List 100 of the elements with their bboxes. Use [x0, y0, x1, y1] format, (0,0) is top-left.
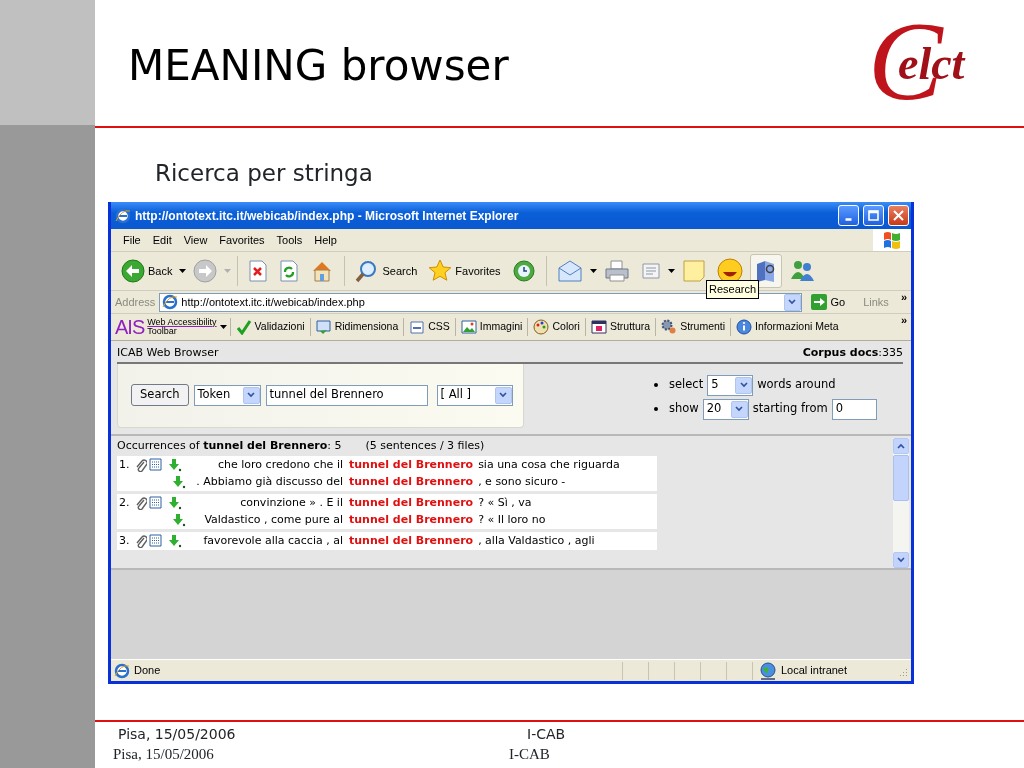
page-icon: [162, 294, 179, 310]
option-label: starting from: [752, 400, 828, 418]
refresh-icon: [279, 260, 300, 282]
down-arrow-icon: [168, 495, 182, 510]
toolbar-button[interactable]: Informazioni Meta: [734, 319, 841, 335]
document-icon: [640, 261, 661, 281]
context-text: che loro credono che il: [217, 456, 344, 473]
match-text: tunnel del Brennero: [349, 474, 475, 490]
type-select[interactable]: Token: [193, 384, 261, 406]
palette-icon: [533, 319, 550, 335]
menu-item[interactable]: Favorites: [213, 231, 271, 249]
minimize-icon: [845, 218, 852, 221]
paperclip-icon: [135, 533, 147, 548]
down-arrow-icon: [168, 533, 182, 548]
zone-label: Local intranet: [781, 663, 848, 679]
toolbar-button[interactable]: Back: [117, 254, 177, 288]
option-label: select: [669, 376, 704, 394]
caret-icon: [735, 406, 744, 412]
scroll-thumb[interactable]: [893, 454, 909, 501]
layout-icon: [590, 319, 607, 335]
go-button[interactable]: Go: [805, 293, 850, 311]
close-button[interactable]: [888, 205, 909, 226]
toolbar-button[interactable]: Strumenti: [659, 319, 728, 335]
toolbar-logo: AIS: [115, 317, 145, 337]
toolbar-button[interactable]: Ridimensiona: [313, 319, 401, 335]
toolbar-button[interactable]: Search: [351, 254, 422, 288]
gear-icon: [661, 319, 678, 335]
query-field[interactable]: tunnel del Brennero: [265, 384, 428, 406]
context-text: , alla Valdastico , agli: [478, 532, 595, 549]
menu-item[interactable]: File: [117, 231, 147, 249]
clock-icon: [511, 259, 536, 283]
option-label: words around: [757, 376, 836, 394]
match-text: tunnel del Brennero: [349, 456, 475, 473]
menu-item[interactable]: Edit: [146, 231, 178, 249]
bullet-icon: [654, 407, 658, 411]
result-number: 3.: [118, 532, 131, 549]
toolbar-button[interactable]: CSS: [407, 319, 452, 335]
browser-icon: [115, 207, 131, 224]
address-field[interactable]: http://ontotext.itc.it/webicab/index.php: [159, 292, 802, 312]
results-summary: Occurrences of tunnel del Brennero: 5: [117, 438, 342, 452]
context-text: ? « Il loro no: [478, 512, 546, 528]
caret-icon: [219, 325, 227, 329]
result-number: 2.: [118, 494, 131, 511]
chevron-button[interactable]: »: [900, 314, 907, 328]
envelope-icon: [556, 259, 583, 283]
footer-date: Pisa, 15/05/2006: [118, 727, 236, 741]
results-count: (5 sentences / 3 files): [365, 438, 485, 452]
scroll-up-button[interactable]: [893, 437, 909, 454]
paperclip-icon: [135, 457, 147, 472]
address-label: Address: [115, 294, 156, 310]
dropdown-button[interactable]: [783, 293, 801, 311]
stop-icon: [248, 260, 269, 282]
note-icon: [681, 259, 706, 283]
stylesheet-icon: [409, 319, 426, 335]
scroll-down-button[interactable]: [893, 551, 909, 568]
scrollbar[interactable]: [893, 437, 909, 568]
match-text: tunnel del Brennero: [349, 532, 475, 549]
toolbar-button[interactable]: Struttura: [588, 319, 653, 335]
menu-item[interactable]: Tools: [270, 231, 309, 249]
toolbar-button[interactable]: Favorites: [424, 254, 505, 288]
toolbar-name: Toolbar: [147, 327, 177, 337]
printer-icon: [603, 259, 630, 283]
toolbar-button[interactable]: Colori: [531, 319, 582, 335]
maximize-button[interactable]: [863, 205, 884, 226]
bullet-icon: [654, 383, 658, 387]
context-text: Valdastico , come pure al: [203, 512, 344, 528]
menu-item[interactable]: Help: [308, 231, 343, 249]
menu-item[interactable]: View: [177, 231, 214, 249]
toolbar-button[interactable]: Validazioni: [233, 319, 307, 335]
match-text: tunnel del Brennero: [349, 494, 475, 511]
window-title: http://ontotext.itc.it/webicab/index.php - Microsoft Internet Explorer: [135, 207, 520, 225]
people-icon: [788, 259, 815, 283]
flag-icon: [882, 231, 902, 249]
toolbar-name: Web Accessibility: [147, 317, 217, 327]
caret-icon: [247, 392, 255, 398]
footer-event: I-CAB: [527, 727, 566, 741]
down-arrow-icon: [172, 475, 186, 490]
slide-title: MEANING browser: [128, 39, 509, 92]
tooltip: Research: [706, 280, 760, 299]
paperclip-icon: [135, 495, 147, 510]
count-select[interactable]: 5: [707, 374, 754, 396]
context-text: ? « Sì , va: [478, 494, 532, 511]
toolbar-button[interactable]: Immagini: [458, 319, 525, 335]
caret-icon: [739, 382, 748, 388]
info-icon: [736, 319, 753, 335]
count-select[interactable]: 20: [702, 398, 749, 420]
checkmark-icon: [235, 319, 252, 335]
footer-date: Pisa, 15/05/2006: [113, 747, 214, 762]
corpus-count: Corpus docs:335: [802, 345, 903, 364]
chevron-button[interactable]: »: [900, 291, 907, 305]
minimize-button[interactable]: [838, 205, 859, 226]
context-text: convinzione » . E il: [239, 494, 344, 511]
context-text: . Abbiamo già discusso del: [195, 474, 344, 490]
status-text: Done: [134, 663, 162, 679]
start-field[interactable]: 0: [831, 398, 877, 420]
caret-icon: [897, 442, 905, 449]
search-button[interactable]: Search: [131, 384, 189, 406]
image-icon: [460, 319, 477, 335]
result-number: 1.: [118, 456, 131, 473]
scope-select[interactable]: [ All ]: [436, 384, 513, 406]
